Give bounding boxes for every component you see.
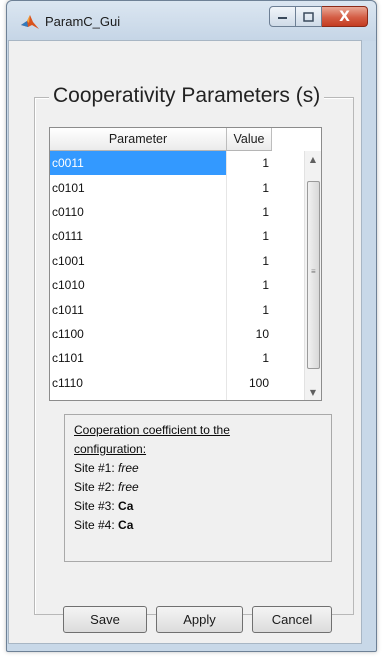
grip-icon: ≡ — [311, 267, 316, 276]
site-state: free — [118, 480, 139, 494]
site-line: Site #4: Ca — [74, 516, 322, 535]
table-row[interactable]: c0101 1 — [50, 175, 290, 200]
table-row[interactable]: c1001 1 — [50, 248, 290, 273]
site-state: free — [118, 461, 139, 475]
table-row[interactable]: c0011 1 — [50, 151, 290, 176]
parameter-table[interactable]: Parameter Value c0011 1 c0101 1 c0110 1 c0111 1… — [49, 127, 322, 401]
maximize-icon — [303, 11, 314, 22]
table-row[interactable]: c1100 10 — [50, 321, 290, 347]
window-title: ParamC_Gui — [45, 14, 121, 29]
matlab-app-icon — [21, 15, 39, 29]
table-header: Parameter Value — [50, 128, 272, 151]
scroll-up-icon[interactable]: ▲ — [305, 151, 321, 168]
value-cell[interactable]: 1 — [227, 224, 272, 248]
site-line: Site #1: free — [74, 459, 322, 478]
table-row[interactable]: c1010 1 — [50, 272, 290, 298]
parameter-cell[interactable]: c1111 — [50, 394, 227, 400]
value-cell[interactable]: 1 — [227, 346, 272, 370]
site-state: Ca — [118, 499, 134, 513]
site-label: Site #2: — [74, 480, 119, 494]
value-cell[interactable]: 100 — [227, 371, 272, 395]
info-heading-line2: configuration: — [74, 442, 147, 456]
site-line: Site #3: Ca — [74, 497, 322, 516]
column-header-parameter[interactable]: Parameter — [50, 128, 227, 150]
site-label: Site #3: — [74, 499, 119, 513]
parameter-cell[interactable]: c0110 — [50, 199, 227, 225]
title-bar[interactable]: ParamC_Gui X — [7, 1, 376, 41]
save-button[interactable]: Save — [63, 606, 147, 633]
site-label: Site #1: — [74, 461, 119, 475]
site-label: Site #4: — [74, 518, 119, 532]
value-cell[interactable]: 1 — [227, 151, 272, 175]
maximize-button[interactable] — [296, 6, 322, 27]
table-row[interactable]: c1110 100 — [50, 370, 290, 395]
value-cell[interactable]: 1000 — [227, 395, 272, 400]
table-scrollbar[interactable]: ▲ ≡ ▼ — [304, 151, 321, 400]
table-row[interactable]: c0110 1 — [50, 199, 290, 225]
minimize-button[interactable] — [269, 6, 296, 27]
parameter-cell[interactable]: c1011 — [50, 297, 227, 322]
parameter-cell[interactable]: c0011 — [50, 151, 227, 176]
table-row[interactable]: c1101 1 — [50, 346, 290, 371]
value-cell[interactable]: 10 — [227, 322, 272, 346]
info-heading-line1: Cooperation coefficient to the — [74, 423, 230, 437]
apply-button[interactable]: Apply — [156, 606, 243, 633]
panel-title: Cooperativity Parameters (s) — [49, 84, 325, 108]
parameter-cell[interactable]: c1001 — [50, 248, 227, 273]
site-state: Ca — [118, 518, 134, 532]
close-icon: X — [339, 8, 350, 25]
table-row[interactable]: c11111000 — [50, 394, 290, 400]
scroll-thumb[interactable]: ≡ — [307, 181, 320, 369]
scroll-down-icon[interactable]: ▼ — [305, 384, 321, 400]
value-cell[interactable]: 1 — [227, 175, 272, 199]
parameter-cell[interactable]: c0111 — [50, 224, 227, 249]
parameter-cell[interactable]: c1100 — [50, 321, 227, 347]
parameter-cell[interactable]: c1110 — [50, 370, 227, 395]
value-cell[interactable]: 1 — [227, 297, 272, 321]
column-header-value[interactable]: Value — [227, 128, 272, 150]
table-row[interactable]: c0111 1 — [50, 224, 290, 249]
close-button[interactable]: X — [322, 6, 368, 27]
value-cell[interactable]: 1 — [227, 200, 272, 224]
site-list: Site #1: free Site #2: free Site #3: Ca Sit… — [74, 459, 322, 535]
site-line: Site #2: free — [74, 478, 322, 497]
table-row[interactable]: c1011 1 — [50, 297, 290, 322]
cancel-button[interactable]: Cancel — [252, 606, 332, 633]
parameter-cell[interactable]: c0101 — [50, 175, 227, 200]
configuration-info-box: Cooperation coefficient to the configura… — [64, 414, 332, 562]
parameter-cell[interactable]: c1010 — [50, 272, 227, 298]
value-cell[interactable]: 1 — [227, 249, 272, 273]
table-body: c0011 1 c0101 1 c0110 1 c0111 1 c1001 1 c1010 1 c101… — [50, 151, 290, 400]
parameter-cell[interactable]: c1101 — [50, 346, 227, 371]
value-cell[interactable]: 1 — [227, 273, 272, 297]
window-controls: X — [269, 6, 368, 27]
minimize-icon — [278, 16, 287, 19]
